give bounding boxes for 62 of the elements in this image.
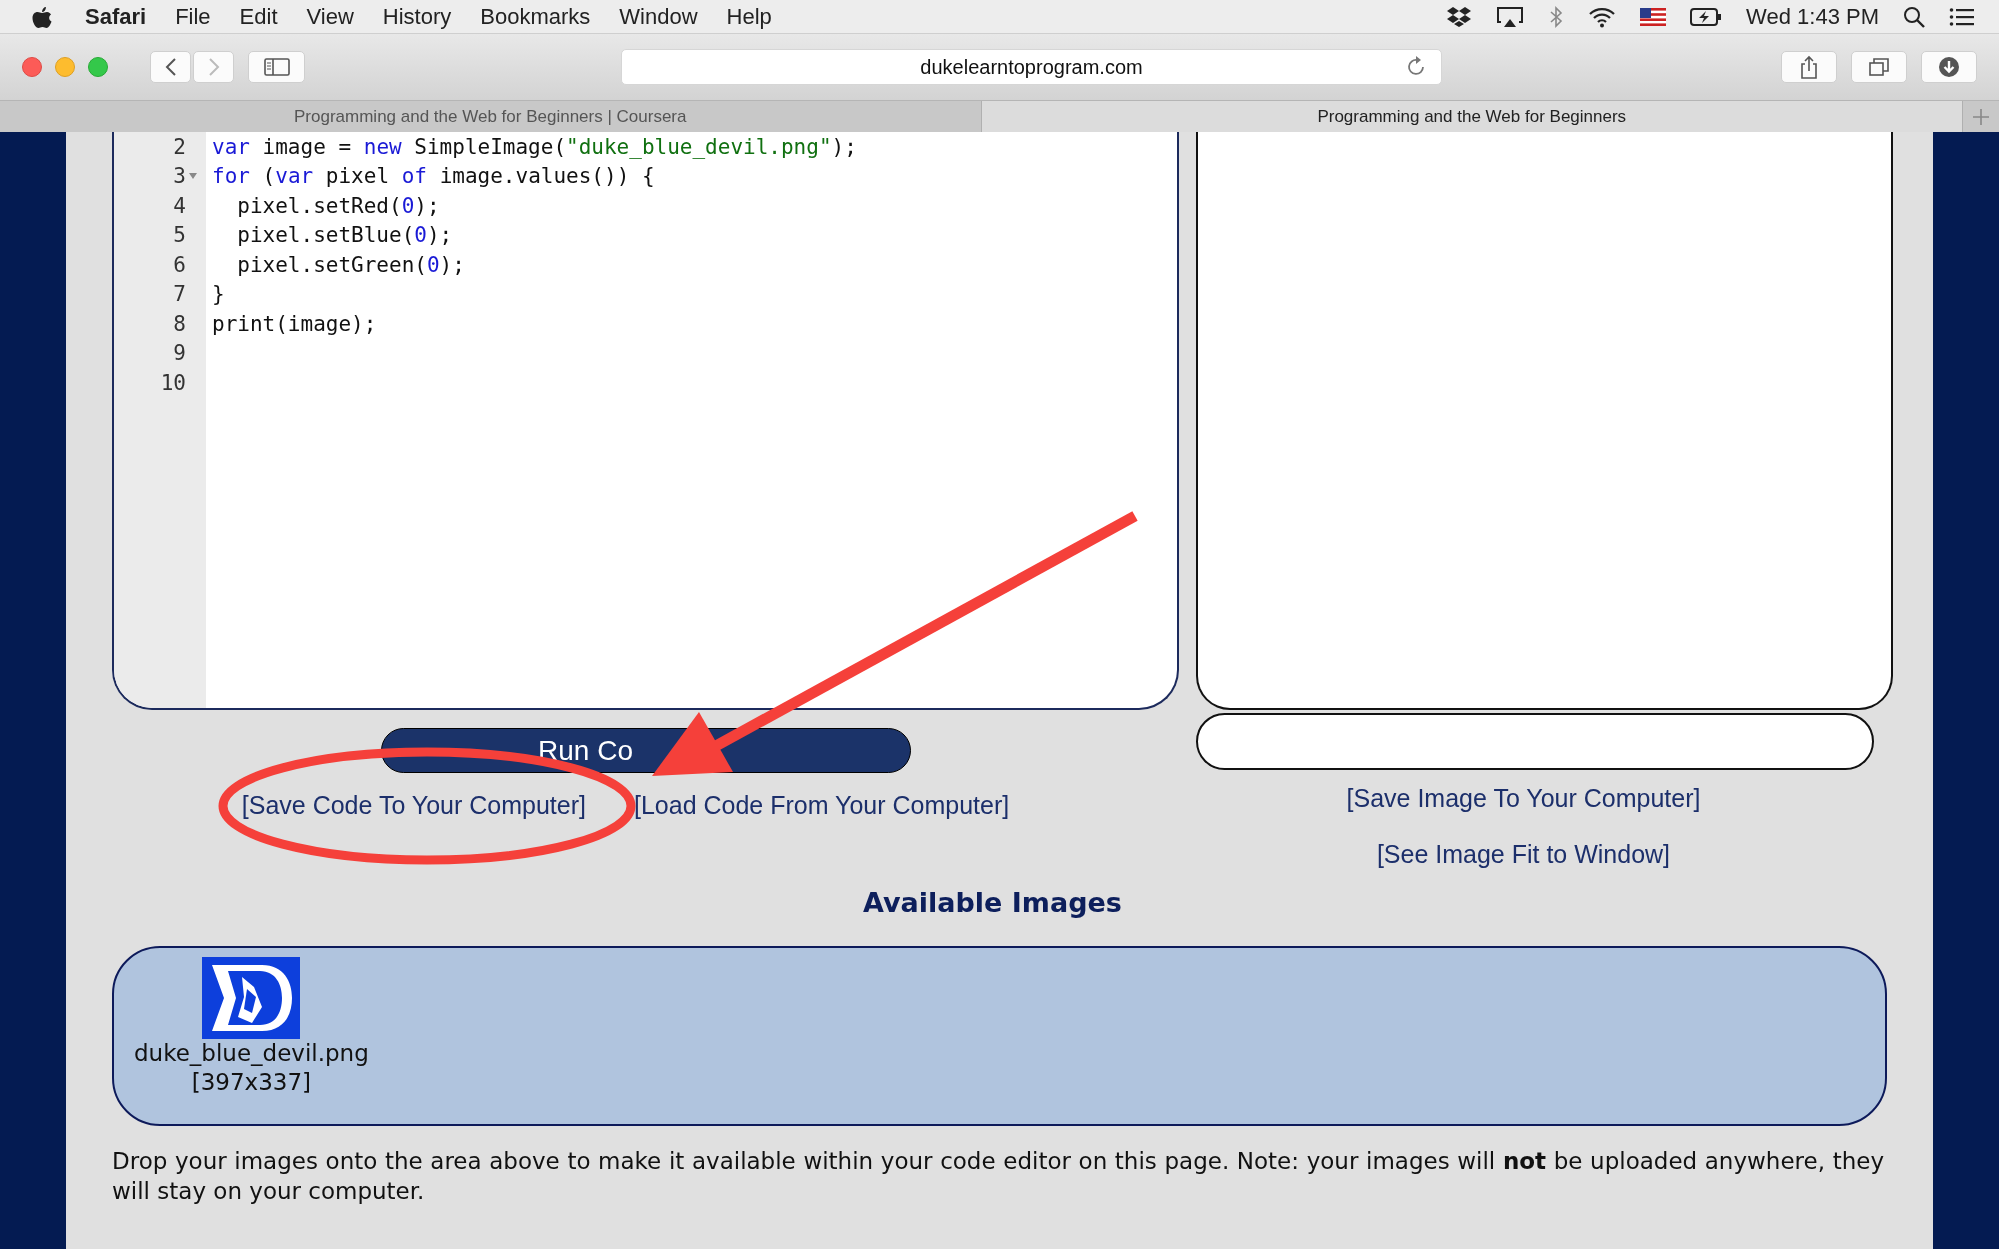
image-size: [397x337] xyxy=(191,1068,312,1097)
line-number: 10 xyxy=(160,370,186,395)
address-field[interactable]: dukelearntoprogram.com xyxy=(621,49,1442,85)
search-icon[interactable] xyxy=(1903,5,1925,28)
menu-item[interactable]: History xyxy=(382,3,452,30)
line-number: 3 xyxy=(173,164,186,189)
browser-tab[interactable]: Programming and the Web for Beginners xyxy=(981,101,1963,132)
line-number: 9 xyxy=(173,341,186,366)
airplay-icon[interactable] xyxy=(1496,5,1525,28)
flag-icon[interactable] xyxy=(1640,7,1667,26)
menu-item[interactable]: Window xyxy=(619,3,698,30)
downloads-button[interactable] xyxy=(1921,51,1977,83)
code-line: pixel.setBlue(0); xyxy=(236,223,453,248)
output-field[interactable] xyxy=(1196,713,1874,770)
apple-icon[interactable] xyxy=(32,4,52,29)
link[interactable]: [See Image Fit to Window] xyxy=(1376,840,1671,869)
code-editor[interactable]: 2 3 4 5 6 7 8 9 10 var image = new SimpleImage("duke_blue_devil.png"); for (var pixel of image.values()) { pixel.setRed(0); pixel.setBlue(0); pixel.setGreen(0); } print(image); xyxy=(112,132,1179,710)
sidebar-icon xyxy=(263,58,290,76)
share-button[interactable] xyxy=(1781,51,1837,83)
section-heading: Available Images xyxy=(863,887,1122,918)
code-line: for (var pixel of image.values()) { xyxy=(212,164,655,189)
link[interactable]: [Load Code From Your Computer] xyxy=(634,791,1010,820)
fold-arrow-icon[interactable] xyxy=(188,172,198,181)
tabs-overview-button[interactable] xyxy=(1851,51,1907,83)
code-line: print(image); xyxy=(212,311,377,336)
line-number: 2 xyxy=(173,134,186,159)
line-number: 4 xyxy=(173,193,186,218)
two-squares-icon xyxy=(1868,57,1890,77)
menu-item[interactable]: Help xyxy=(726,3,772,30)
wifi-icon[interactable] xyxy=(1588,5,1617,28)
menu-item[interactable]: File xyxy=(175,3,211,30)
dropbox-icon[interactable] xyxy=(1446,4,1473,29)
link[interactable]: [Save Image To Your Computer] xyxy=(1346,784,1701,813)
code-line: var image = new SimpleImage("duke_blue_devil.png"); xyxy=(212,134,857,159)
image-name: duke_blue_devil.png xyxy=(134,1039,369,1068)
battery-icon[interactable] xyxy=(1690,6,1723,27)
chevron-right-icon xyxy=(206,57,221,77)
menu-item[interactable]: Bookmarks xyxy=(480,3,591,30)
image-drop-area[interactable]: duke_blue_devil.png [397x337] xyxy=(112,946,1887,1126)
clock-text: Wed 1:43 PM xyxy=(1746,3,1879,30)
code-line: pixel.setGreen(0); xyxy=(236,252,465,277)
bluetooth-icon[interactable] xyxy=(1548,4,1565,29)
sidebar-button[interactable] xyxy=(248,51,305,83)
line-number: 6 xyxy=(173,252,186,277)
back-button[interactable] xyxy=(150,51,191,83)
line-number: 5 xyxy=(173,223,186,248)
down-arrow-circle-icon xyxy=(1938,56,1960,78)
code-line: pixel.setRed(0); xyxy=(236,193,440,218)
link[interactable]: [Save Code To Your Computer] xyxy=(241,791,586,820)
menu-item[interactable]: View xyxy=(306,3,354,30)
note-text: Drop your images onto the area above to make it available within your code editor on this page. Note: your images will not be uploaded anywhere, they will stay on your computer. xyxy=(112,1147,1884,1206)
share-icon xyxy=(1800,55,1818,79)
line-number: 8 xyxy=(173,311,186,336)
menu-item[interactable]: Edit xyxy=(239,3,278,30)
menu-item[interactable]: Safari xyxy=(85,3,147,30)
line-number: 7 xyxy=(173,282,186,307)
code-line: } xyxy=(212,282,225,307)
close-button[interactable] xyxy=(22,57,42,77)
reload-icon[interactable] xyxy=(1407,55,1427,77)
chevron-left-icon xyxy=(163,57,178,77)
zoom-button[interactable] xyxy=(88,57,108,77)
menu-icon[interactable] xyxy=(1949,6,1975,27)
